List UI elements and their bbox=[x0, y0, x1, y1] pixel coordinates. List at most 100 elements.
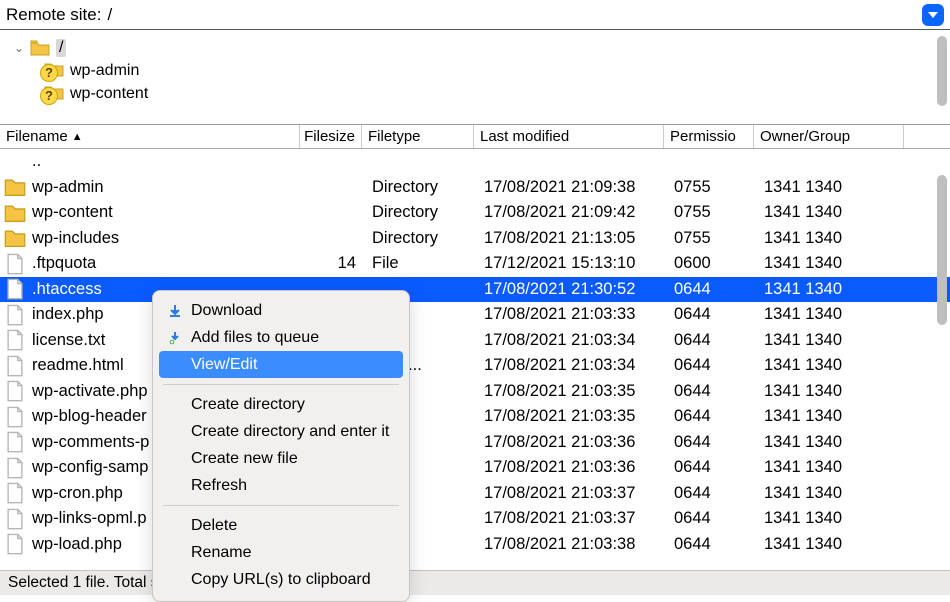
file-row[interactable]: .htaccess17/08/2021 21:30:5206441341 134… bbox=[0, 277, 950, 303]
col-header-permissions[interactable]: Permissio bbox=[664, 125, 754, 148]
parent-dir-row[interactable]: .. bbox=[0, 149, 950, 175]
menu-item-delete[interactable]: Delete bbox=[153, 512, 409, 539]
file-permissions: 0644 bbox=[668, 484, 758, 503]
file-size: 14 bbox=[304, 254, 366, 273]
file-owner: 1341 1340 bbox=[758, 280, 878, 299]
file-modified: 17/12/2021 15:13:10 bbox=[478, 254, 668, 273]
file-owner: 1341 1340 bbox=[758, 305, 878, 324]
col-header-owner[interactable]: Owner/Group bbox=[754, 125, 904, 148]
menu-separator bbox=[163, 384, 399, 385]
file-row[interactable]: wp-links-opml.p-file17/08/2021 21:03:370… bbox=[0, 506, 950, 532]
file-row[interactable]: wp-load.php-file17/08/2021 21:03:3806441… bbox=[0, 532, 950, 558]
file-permissions: 0755 bbox=[668, 229, 758, 248]
path-dropdown-button[interactable] bbox=[922, 4, 944, 26]
file-icon bbox=[4, 355, 26, 377]
remote-path-input[interactable] bbox=[107, 5, 922, 25]
file-icon bbox=[4, 380, 26, 402]
folder-unknown-icon: ? bbox=[42, 61, 64, 81]
file-context-menu: Download Add files to queue View/Edit Creat… bbox=[152, 290, 410, 602]
file-modified: 17/08/2021 21:03:34 bbox=[478, 356, 668, 375]
file-modified: 17/08/2021 21:09:38 bbox=[478, 178, 668, 197]
file-type: Directory bbox=[366, 229, 478, 248]
menu-item-copy-url-s-to-clipboard[interactable]: Copy URL(s) to clipboard bbox=[153, 566, 409, 593]
file-owner: 1341 1340 bbox=[758, 356, 878, 375]
file-icon bbox=[4, 278, 26, 300]
file-row[interactable]: wp-comments-p-file17/08/2021 21:03:36064… bbox=[0, 430, 950, 456]
menu-item-label: Download bbox=[191, 302, 262, 320]
file-permissions: 0644 bbox=[668, 305, 758, 324]
file-icon bbox=[4, 406, 26, 428]
folder-icon bbox=[4, 202, 26, 224]
file-owner: 1341 1340 bbox=[758, 331, 878, 350]
sort-asc-icon: ▲ bbox=[72, 131, 83, 143]
disclosure-icon[interactable]: ⌄ bbox=[12, 41, 26, 55]
file-row[interactable]: wp-cron.php-file17/08/2021 21:03:3706441… bbox=[0, 481, 950, 507]
menu-item-create-directory-and-enter-it[interactable]: Create directory and enter it bbox=[153, 418, 409, 445]
file-owner: 1341 1340 bbox=[758, 203, 878, 222]
file-owner: 1341 1340 bbox=[758, 382, 878, 401]
file-owner: 1341 1340 bbox=[758, 178, 878, 197]
file-row[interactable]: wp-blog-header-file17/08/2021 21:03:3506… bbox=[0, 404, 950, 430]
file-icon bbox=[4, 533, 26, 555]
file-owner: 1341 1340 bbox=[758, 407, 878, 426]
menu-item-refresh[interactable]: Refresh bbox=[153, 472, 409, 499]
menu-item-label: Delete bbox=[191, 517, 237, 535]
file-icon bbox=[4, 482, 26, 504]
tree-scrollbar[interactable] bbox=[937, 36, 947, 106]
menu-item-download[interactable]: Download bbox=[153, 297, 409, 324]
remote-site-bar: Remote site: bbox=[0, 0, 950, 30]
file-row[interactable]: wp-adminDirectory17/08/2021 21:09:380755… bbox=[0, 175, 950, 201]
download-icon bbox=[165, 304, 185, 318]
file-permissions: 0755 bbox=[668, 203, 758, 222]
tree-item[interactable]: ? wp-admin bbox=[12, 59, 950, 82]
file-icon bbox=[4, 253, 26, 275]
list-scrollbar[interactable] bbox=[937, 175, 947, 325]
file-modified: 17/08/2021 21:03:35 bbox=[478, 407, 668, 426]
file-row[interactable]: license.txtile17/08/2021 21:03:340644134… bbox=[0, 328, 950, 354]
menu-item-view-edit[interactable]: View/Edit bbox=[159, 351, 403, 378]
tree-root-label: / bbox=[56, 39, 66, 57]
file-list-pane: ..wp-adminDirectory17/08/2021 21:09:3807… bbox=[0, 149, 950, 567]
file-modified: 17/08/2021 21:03:34 bbox=[478, 331, 668, 350]
file-row[interactable]: wp-includes Directory17/08/2021 21:13:050… bbox=[0, 226, 950, 252]
file-permissions: 0644 bbox=[668, 382, 758, 401]
file-modified: 17/08/2021 21:13:05 bbox=[478, 229, 668, 248]
menu-item-label: View/Edit bbox=[191, 356, 257, 374]
file-row[interactable]: wp-activate.php-file17/08/2021 21:03:350… bbox=[0, 379, 950, 405]
status-text: Selected 1 file. Total s bbox=[8, 574, 159, 592]
file-row[interactable]: index.php-file17/08/2021 21:03:330644134… bbox=[0, 302, 950, 328]
menu-item-create-directory[interactable]: Create directory bbox=[153, 391, 409, 418]
file-icon bbox=[4, 431, 26, 453]
folder-icon bbox=[4, 227, 26, 249]
menu-separator bbox=[163, 505, 399, 506]
file-modified: 17/08/2021 21:30:52 bbox=[478, 280, 668, 299]
remote-site-label: Remote site: bbox=[6, 5, 101, 25]
col-header-filename[interactable]: Filename ▲ bbox=[0, 125, 300, 148]
file-name: wp-includes bbox=[26, 229, 304, 248]
menu-item-create-new-file[interactable]: Create new file bbox=[153, 445, 409, 472]
file-owner: 1341 1340 bbox=[758, 535, 878, 554]
status-bar: Selected 1 file. Total s bbox=[0, 570, 950, 595]
file-row[interactable]: readme.htmlIL do...17/08/2021 21:03:3406… bbox=[0, 353, 950, 379]
file-permissions: 0644 bbox=[668, 535, 758, 554]
tree-item-label: wp-admin bbox=[70, 62, 139, 80]
file-modified: 17/08/2021 21:03:33 bbox=[478, 305, 668, 324]
file-row[interactable]: wp-config-samp-file17/08/2021 21:03:3606… bbox=[0, 455, 950, 481]
file-modified: 17/08/2021 21:03:36 bbox=[478, 433, 668, 452]
file-row[interactable]: wp-contentDirectory17/08/2021 21:09:4207… bbox=[0, 200, 950, 226]
file-permissions: 0644 bbox=[668, 356, 758, 375]
col-header-modified[interactable]: Last modified bbox=[474, 125, 664, 148]
file-permissions: 0644 bbox=[668, 280, 758, 299]
remote-tree-pane: ⌄ / ? wp-admin ? wp-content bbox=[0, 30, 950, 125]
file-row[interactable]: .ftpquota14File17/12/2021 15:13:10060013… bbox=[0, 251, 950, 277]
menu-item-rename[interactable]: Rename bbox=[153, 539, 409, 566]
file-owner: 1341 1340 bbox=[758, 509, 878, 528]
file-owner: 1341 1340 bbox=[758, 254, 878, 273]
tree-item[interactable]: ? wp-content bbox=[12, 82, 950, 105]
col-header-filetype[interactable]: Filetype bbox=[362, 125, 474, 148]
file-list-header: Filename ▲ Filesize Filetype Last modifi… bbox=[0, 125, 950, 149]
file-modified: 17/08/2021 21:03:37 bbox=[478, 509, 668, 528]
col-header-filesize[interactable]: Filesize bbox=[300, 125, 362, 148]
tree-root-row[interactable]: ⌄ / bbox=[12, 36, 950, 59]
menu-item-add-files-to-queue[interactable]: Add files to queue bbox=[153, 324, 409, 351]
